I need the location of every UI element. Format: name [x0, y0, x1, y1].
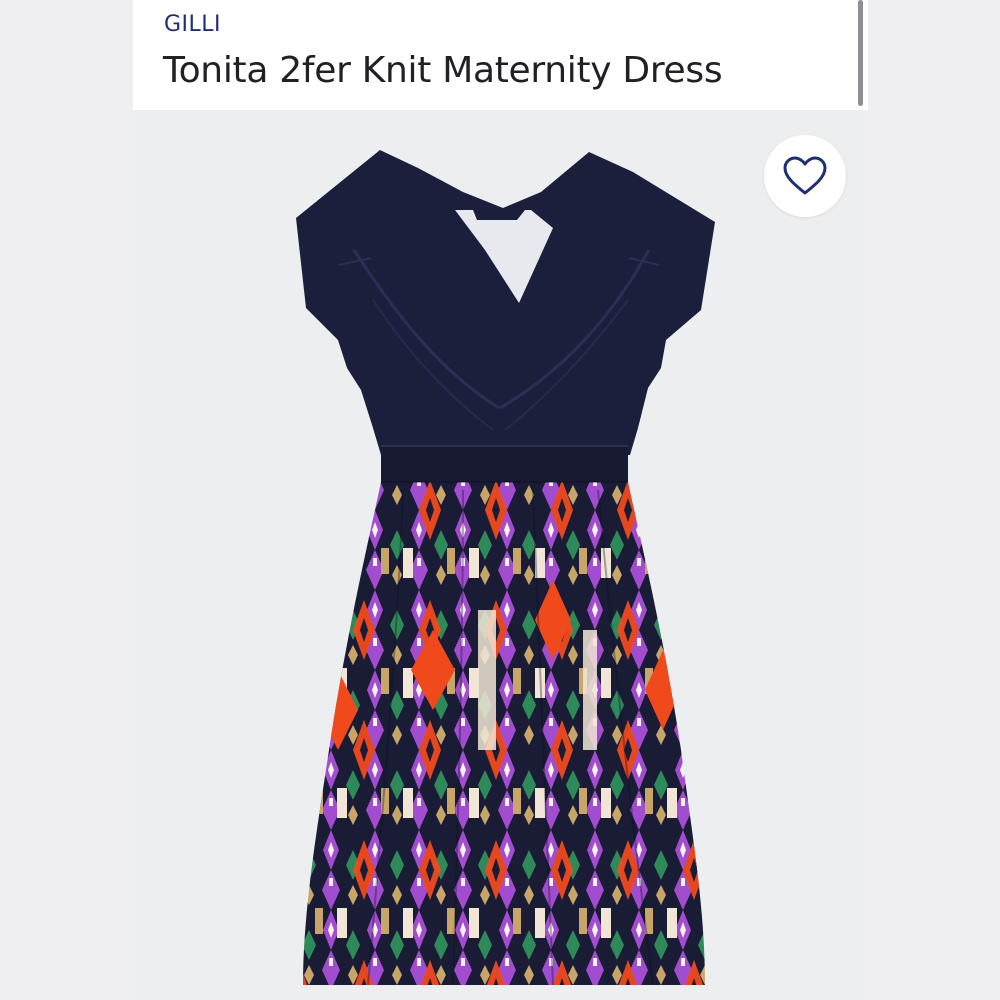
scrollbar[interactable] [858, 0, 863, 106]
left-margin [0, 0, 133, 1000]
favorite-button[interactable] [764, 135, 846, 217]
product-title: Tonita 2fer Knit Maternity Dress [163, 50, 723, 91]
right-margin [868, 0, 1000, 1000]
product-page: GILLI Tonita 2fer Knit Maternity Dress [0, 0, 1000, 1000]
product-image-area [133, 110, 868, 1000]
heart-icon [783, 156, 827, 195]
product-header: GILLI Tonita 2fer Knit Maternity Dress [133, 0, 868, 110]
dress-image [296, 150, 715, 985]
brand-name[interactable]: GILLI [164, 12, 221, 37]
